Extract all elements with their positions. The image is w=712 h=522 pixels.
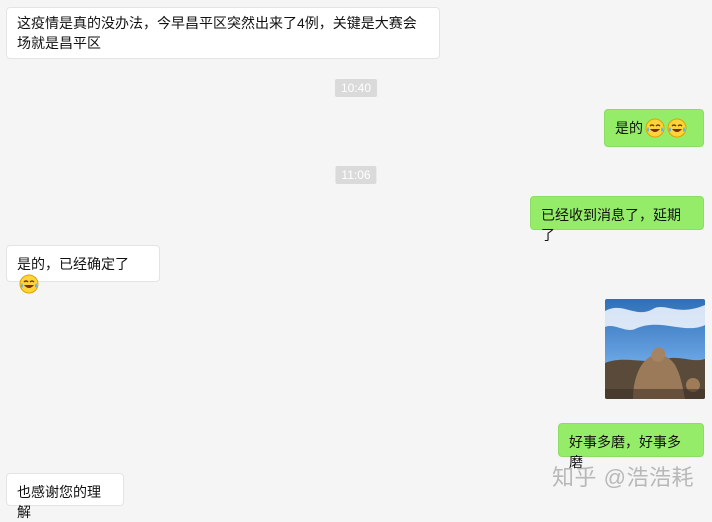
image-message[interactable]	[605, 299, 705, 399]
watermark: 知乎 @浩浩耗	[552, 465, 694, 490]
incoming-message[interactable]: 也感谢您的理解	[6, 473, 124, 520]
laugh-cry-emoji-icon	[667, 118, 687, 138]
landscape-photo-icon	[605, 299, 705, 399]
message-text: 这疫情是真的没办法，今早昌平区突然出来了4例，关键是大赛会场就是昌平区	[17, 15, 417, 51]
incoming-message[interactable]: 是的，已经确定了	[6, 245, 160, 294]
message-text: 已经收到消息了，延期了	[541, 207, 681, 243]
message-text: 是的	[615, 120, 643, 136]
chat-window: 这疫情是真的没办法，今早昌平区突然出来了4例，关键是大赛会场就是昌平区 10:4…	[0, 0, 712, 520]
outgoing-message[interactable]: 是的	[604, 109, 704, 147]
outgoing-message[interactable]: 好事多磨，好事多磨	[558, 423, 704, 470]
timestamp: 11:06	[335, 166, 377, 184]
message-text: 是的，已经确定了	[17, 256, 129, 272]
timestamp: 10:40	[334, 79, 378, 97]
incoming-message[interactable]: 这疫情是真的没办法，今早昌平区突然出来了4例，关键是大赛会场就是昌平区	[6, 7, 440, 59]
laugh-cry-emoji-icon	[19, 274, 39, 294]
outgoing-message[interactable]: 已经收到消息了，延期了	[530, 196, 704, 243]
message-text: 也感谢您的理解	[17, 484, 101, 520]
laugh-cry-emoji-icon	[645, 118, 665, 138]
